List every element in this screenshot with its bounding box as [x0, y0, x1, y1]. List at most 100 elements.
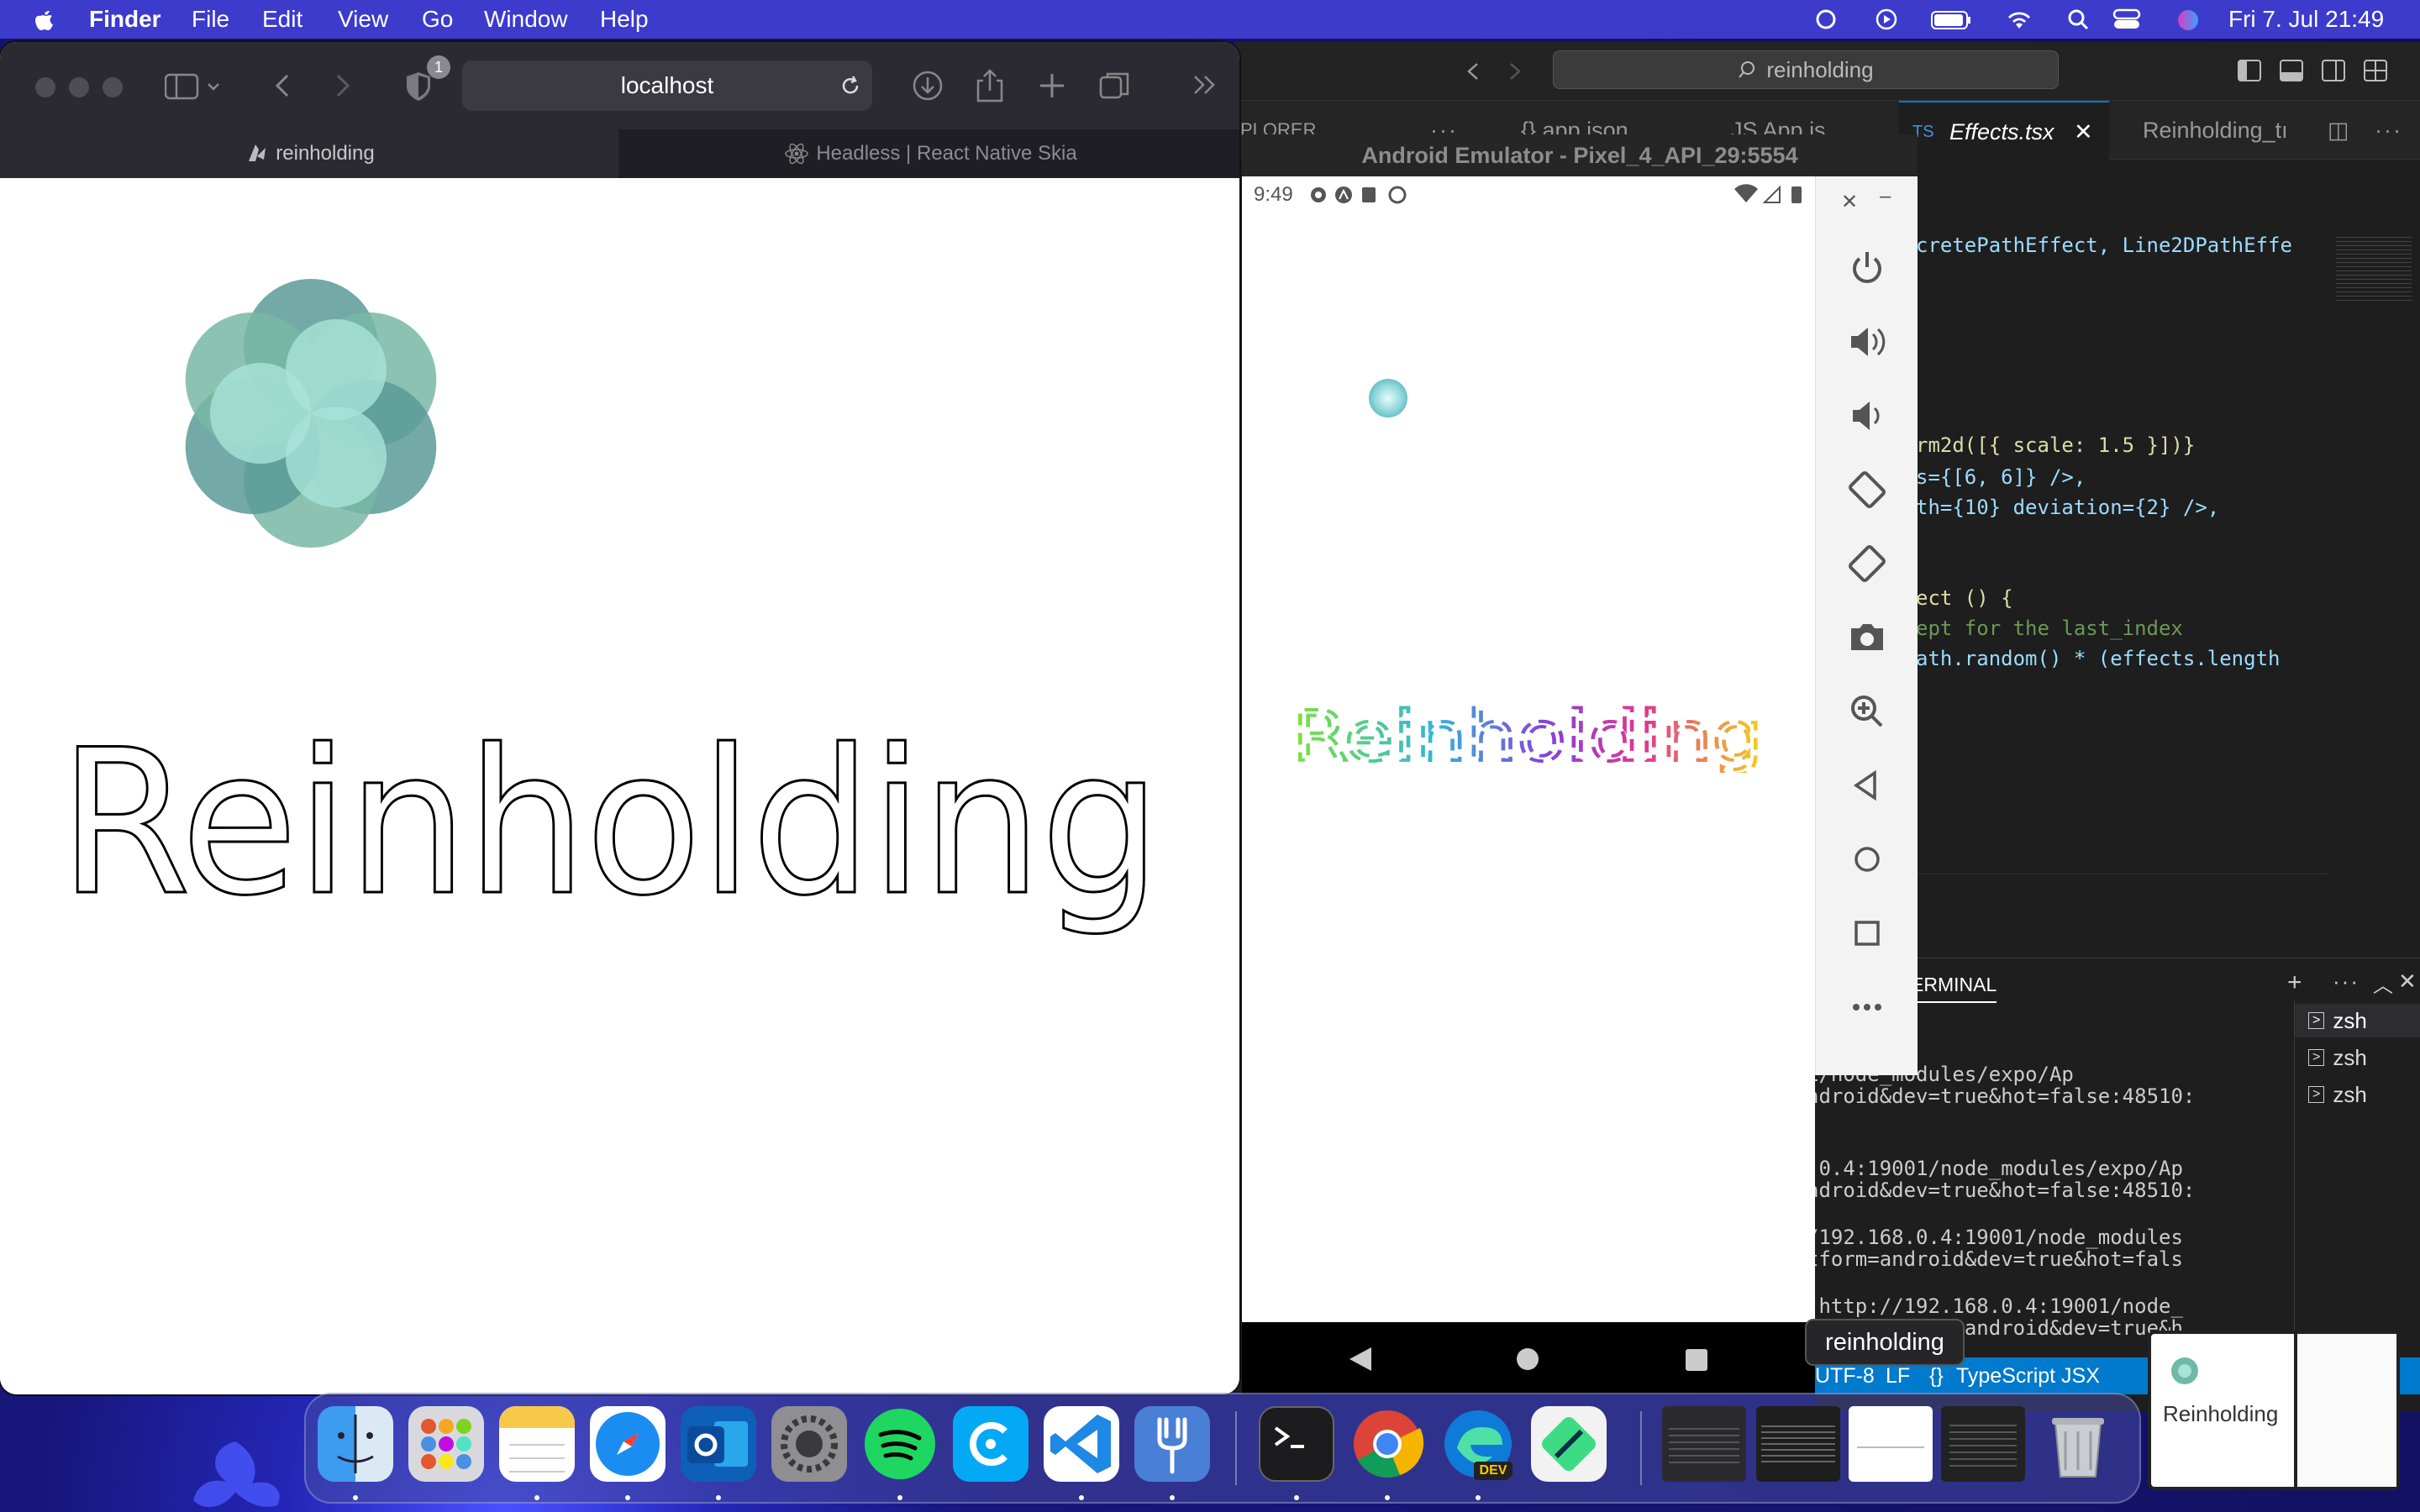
settings-icon[interactable]: [771, 1406, 847, 1482]
running-indicator: [1476, 1495, 1481, 1500]
launchpad-icon[interactable]: [408, 1406, 484, 1482]
back-arrow-icon[interactable]: [1460, 59, 1486, 84]
clockify-icon[interactable]: [953, 1406, 1028, 1482]
code-line: s={[6, 6]} />,: [1916, 465, 2086, 489]
more-actions-icon[interactable]: ···: [2375, 101, 2402, 160]
fork-icon[interactable]: [1134, 1406, 1210, 1482]
command-center-search[interactable]: reinholding: [1553, 50, 2059, 89]
minimized-window-emulator[interactable]: [1941, 1406, 2025, 1482]
sidebar-icon[interactable]: [165, 72, 220, 101]
toggle-secondary-sidebar-icon[interactable]: [2321, 59, 2346, 82]
zoom-icon[interactable]: [1846, 690, 1888, 732]
trash-icon[interactable]: [2040, 1406, 2116, 1482]
menu-window[interactable]: Window: [484, 0, 568, 39]
tab-reinholding[interactable]: reinholding: [0, 129, 618, 178]
minimized-window-safari[interactable]: [1849, 1406, 1933, 1482]
search-text: reinholding: [1766, 56, 1874, 82]
safari-icon[interactable]: [590, 1406, 666, 1482]
dock-tooltip: reinholding: [1805, 1319, 1965, 1366]
outlook-icon[interactable]: [681, 1406, 756, 1482]
downloads-icon[interactable]: [911, 69, 944, 102]
volume-up-icon[interactable]: [1846, 321, 1888, 363]
close-window-button[interactable]: [35, 77, 55, 97]
tab-effects-tsx[interactable]: TS Effects.tsx ✕: [1899, 101, 2109, 160]
finder-icon[interactable]: [318, 1406, 393, 1482]
emulator-side-toolbar: ✕ –: [1815, 176, 1918, 1075]
maximize-panel-icon[interactable]: ︿: [2373, 969, 2393, 998]
vscode-icon[interactable]: [1044, 1406, 1119, 1482]
forward-icon[interactable]: [329, 71, 355, 101]
zoom-window-button[interactable]: [103, 77, 123, 97]
overview-icon[interactable]: [1846, 912, 1888, 954]
safari-window: 1 localhost reinholding Headless | React…: [0, 42, 1239, 1394]
apple-icon[interactable]: [32, 0, 57, 39]
menu-help[interactable]: Help: [600, 0, 649, 39]
terminal-icon: >: [2308, 1012, 2325, 1029]
camera-icon[interactable]: [1846, 617, 1888, 659]
volume-down-icon[interactable]: [1846, 395, 1888, 437]
nav-recents-icon[interactable]: [1684, 1347, 1709, 1373]
chrome-icon[interactable]: [1349, 1406, 1425, 1482]
safari-toolbar: 1 localhost: [0, 42, 1239, 129]
close-icon[interactable]: ✕: [2074, 102, 2093, 161]
language-mode[interactable]: TypeScript JSX: [1956, 1364, 2100, 1389]
menu-go[interactable]: Go: [422, 0, 453, 39]
code-editor[interactable]: cretePathEffect, Line2DPathEffe rm2d([{ …: [1916, 160, 2420, 1000]
status-icons: [1310, 186, 1407, 204]
terminal-icon: >: [2308, 1049, 2325, 1066]
minimize-window-button[interactable]: [69, 77, 89, 97]
flower-logo: [185, 279, 437, 548]
power-icon[interactable]: [1846, 247, 1888, 289]
forward-arrow-icon[interactable]: [1502, 59, 1528, 84]
dock: DEV: [304, 1393, 2141, 1504]
more-chevron-icon[interactable]: [1192, 72, 1220, 97]
clock[interactable]: Fri 7. Jul 21:49: [2228, 0, 2384, 39]
toggle-sidebar-icon[interactable]: [2237, 59, 2262, 82]
customize-layout-icon[interactable]: [2363, 59, 2388, 82]
android-status-bar: 9:49: [1242, 176, 1815, 213]
terminal-item[interactable]: > zsh: [2295, 1004, 2420, 1037]
share-icon[interactable]: [975, 67, 1005, 104]
home-icon[interactable]: [1846, 838, 1888, 880]
notes-icon[interactable]: [499, 1406, 575, 1482]
edge-dev-icon[interactable]: DEV: [1440, 1406, 1516, 1482]
toggle-panel-icon[interactable]: [2279, 59, 2304, 82]
nav-back-icon[interactable]: [1348, 1346, 1373, 1373]
rotate-left-icon[interactable]: [1846, 469, 1888, 511]
android-studio-icon[interactable]: [1531, 1406, 1607, 1482]
new-terminal-icon[interactable]: +: [2287, 969, 2302, 997]
close-icon[interactable]: ✕: [1841, 190, 1858, 214]
terminal-item[interactable]: > zsh: [2295, 1078, 2420, 1111]
minimize-icon[interactable]: –: [1880, 185, 1891, 208]
menu-app-name[interactable]: Finder: [89, 0, 161, 39]
minimized-window-vscode[interactable]: [1662, 1406, 1746, 1482]
address-bar[interactable]: localhost: [462, 60, 872, 111]
tab-react-native-skia[interactable]: Headless | React Native Skia: [622, 129, 1239, 178]
phone-screen[interactable]: 9:49 Reinholding: [1242, 176, 1815, 1394]
status-time: 9:49: [1254, 183, 1293, 206]
spotify-icon[interactable]: [862, 1406, 938, 1482]
menu-file[interactable]: File: [192, 0, 229, 39]
back-icon[interactable]: [1846, 764, 1888, 806]
tab-overview-icon[interactable]: [1097, 69, 1131, 102]
nav-home-icon[interactable]: [1514, 1346, 1541, 1373]
split-editor-icon[interactable]: ◫: [2328, 101, 2349, 160]
menu-edit[interactable]: Edit: [262, 0, 302, 39]
more-actions-icon[interactable]: ···: [2333, 969, 2360, 995]
more-icon[interactable]: [1846, 986, 1888, 1028]
terminal-item[interactable]: > zsh: [2295, 1041, 2420, 1074]
dock-divider: [1640, 1411, 1642, 1485]
minimized-window-terminal[interactable]: [1756, 1406, 1840, 1482]
rotate-right-icon[interactable]: [1846, 543, 1888, 585]
window-preview-thumbnail[interactable]: Reinholding: [2148, 1331, 2400, 1490]
react-icon: [785, 143, 809, 165]
new-tab-icon[interactable]: [1037, 71, 1067, 101]
minimap[interactable]: [2336, 234, 2412, 301]
terminal-icon[interactable]: [1259, 1406, 1334, 1482]
close-panel-icon[interactable]: ✕: [2398, 969, 2417, 995]
back-icon[interactable]: [271, 71, 296, 101]
menu-view[interactable]: View: [338, 0, 388, 39]
glowing-circle: [1369, 379, 1407, 417]
tab-reinholding[interactable]: Reinholding_tı: [2143, 101, 2319, 160]
reload-icon[interactable]: [839, 74, 862, 97]
